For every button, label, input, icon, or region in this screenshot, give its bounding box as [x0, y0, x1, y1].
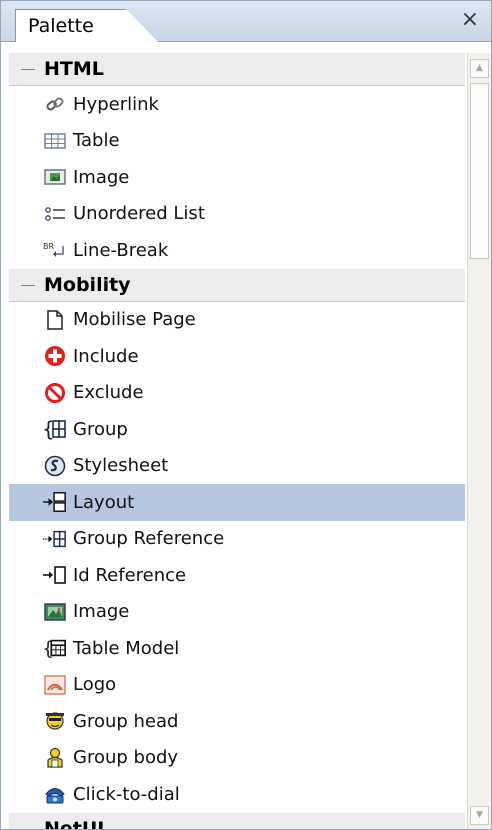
logo-icon	[43, 673, 67, 697]
palette-item-id-reference[interactable]: Id Reference	[9, 557, 465, 594]
line-break-icon: BR	[43, 238, 67, 262]
group-reference-icon	[43, 527, 67, 551]
palette-item-include[interactable]: Include	[9, 338, 465, 375]
category-title: NetUI	[44, 817, 105, 830]
item-label: Group Reference	[73, 528, 225, 550]
page-icon	[43, 308, 67, 332]
item-label: Id Reference	[73, 564, 187, 586]
palette-item-stylesheet[interactable]: Stylesheet	[9, 448, 465, 485]
palette-item-table[interactable]: Table	[9, 123, 465, 160]
palette-item-group-body[interactable]: Group body	[9, 740, 465, 777]
item-label: Image	[73, 601, 130, 623]
item-label: Line-Break	[73, 239, 169, 261]
layout-icon	[43, 490, 67, 514]
palette-item-table-model[interactable]: { Table Model	[9, 630, 465, 667]
palette-window: Palette × HTML Hyperlink Table Image Uno…	[0, 0, 492, 830]
palette-item-layout[interactable]: Layout	[9, 484, 465, 521]
palette-item-unordered-list[interactable]: Unordered List	[9, 196, 465, 233]
item-label: Mobilise Page	[73, 309, 196, 331]
item-label: Table	[73, 130, 120, 152]
scrollbar-thumb[interactable]	[470, 83, 489, 259]
category-title: HTML	[44, 58, 104, 80]
palette-item-click-to-dial[interactable]: Click-to-dial	[9, 776, 465, 813]
category-netui[interactable]: NetUI	[9, 812, 465, 830]
item-label: Image	[73, 166, 130, 188]
group-icon: {	[43, 417, 67, 441]
item-label: Unordered List	[73, 203, 205, 225]
group-body-icon	[43, 746, 67, 770]
item-label: Group	[73, 418, 128, 440]
mobility-image-icon	[43, 600, 67, 624]
palette-item-hyperlink[interactable]: Hyperlink	[9, 86, 465, 123]
item-label: Include	[73, 345, 139, 367]
item-label: Stylesheet	[73, 455, 169, 477]
palette-item-mobilise-page[interactable]: Mobilise Page	[9, 302, 465, 339]
palette-item-image[interactable]: Image	[9, 159, 465, 196]
item-label: Exclude	[73, 382, 144, 404]
collapse-dash-icon	[21, 69, 35, 70]
palette-tab[interactable]: Palette	[15, 9, 127, 42]
item-label: Layout	[73, 491, 135, 513]
category-mobility[interactable]: Mobility	[9, 268, 465, 302]
id-reference-icon	[43, 563, 67, 587]
item-label: Group head	[73, 710, 179, 732]
collapse-dash-icon	[21, 284, 35, 286]
category-title: Mobility	[44, 273, 131, 296]
item-label: Table Model	[73, 637, 180, 659]
palette-item-exclude[interactable]: Exclude	[9, 375, 465, 412]
palette-item-group[interactable]: { Group	[9, 411, 465, 448]
stylesheet-icon	[43, 454, 67, 478]
close-icon[interactable]: ×	[461, 7, 479, 33]
item-label: Logo	[73, 674, 117, 696]
category-html[interactable]: HTML	[9, 53, 465, 86]
item-label: Hyperlink	[73, 93, 159, 115]
exclude-icon	[43, 381, 67, 405]
palette-tab-bar: Palette ×	[1, 1, 491, 42]
table-model-icon: {	[43, 636, 67, 660]
vertical-scrollbar[interactable]: ▲ ▼	[467, 53, 491, 829]
palette-list: HTML Hyperlink Table Image Unordered Lis	[9, 53, 465, 829]
hyperlink-icon	[43, 92, 67, 116]
palette-item-logo[interactable]: Logo	[9, 667, 465, 704]
table-icon	[43, 129, 67, 153]
scroll-down-arrow-icon[interactable]: ▼	[470, 806, 489, 825]
svg-text:BR: BR	[43, 242, 54, 251]
item-label: Click-to-dial	[73, 783, 180, 805]
palette-item-group-reference[interactable]: Group Reference	[9, 521, 465, 558]
item-label: Group body	[73, 747, 179, 769]
group-head-icon	[43, 709, 67, 733]
palette-tab-edge	[126, 9, 158, 42]
palette-item-mobility-image[interactable]: Image	[9, 594, 465, 631]
palette-item-line-break[interactable]: BR Line-Break	[9, 232, 465, 269]
include-icon	[43, 344, 67, 368]
click-to-dial-icon	[43, 782, 67, 806]
scroll-up-arrow-icon[interactable]: ▲	[470, 59, 489, 78]
image-icon	[43, 165, 67, 189]
unordered-list-icon	[43, 202, 67, 226]
palette-item-group-head[interactable]: Group head	[9, 703, 465, 740]
collapse-dash-icon	[21, 828, 35, 829]
